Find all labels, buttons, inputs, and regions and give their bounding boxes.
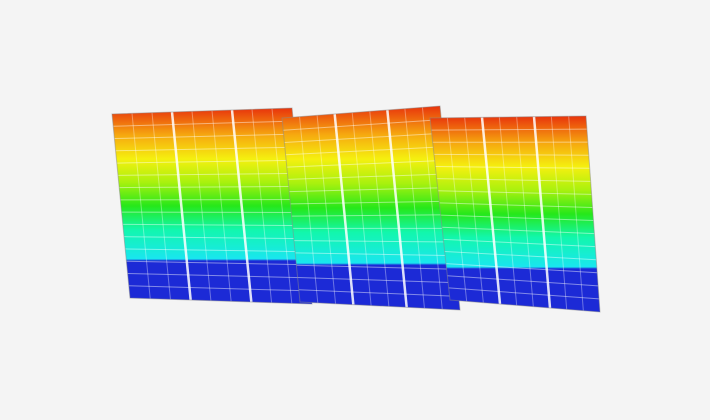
building-block-1 bbox=[111, 107, 313, 305]
model-viewport[interactable] bbox=[0, 0, 710, 420]
building-displacement-contour bbox=[111, 105, 601, 313]
building-block-3 bbox=[429, 115, 601, 313]
